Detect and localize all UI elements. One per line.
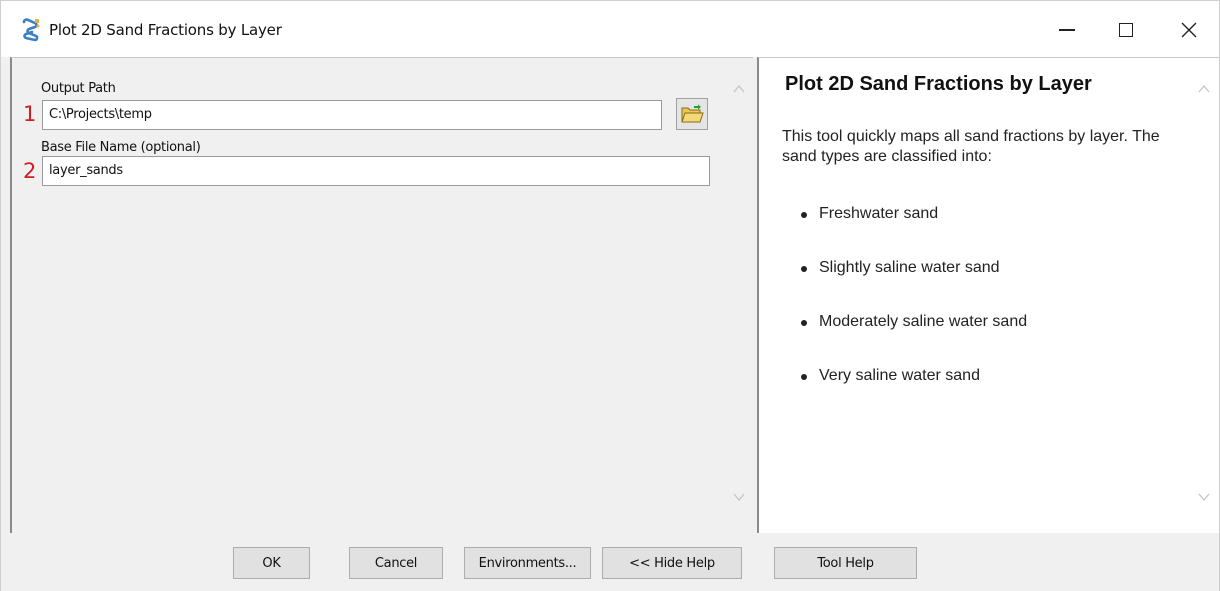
help-panel: Plot 2D Sand Fractions by Layer This too… bbox=[757, 57, 1219, 533]
annotation-marker-2: 2 bbox=[23, 159, 37, 183]
help-sand-types-list: Freshwater sand Slightly saline water sa… bbox=[799, 205, 1027, 421]
close-icon bbox=[1181, 22, 1197, 38]
help-scrollbar[interactable] bbox=[1191, 58, 1219, 532]
output-path-label: Output Path bbox=[41, 81, 116, 96]
tool-help-button[interactable]: Tool Help bbox=[774, 547, 917, 579]
scroll-up-icon bbox=[733, 84, 745, 93]
list-item: Slightly saline water sand bbox=[799, 259, 1027, 313]
minimize-button[interactable] bbox=[1044, 11, 1090, 49]
maximize-icon bbox=[1119, 23, 1133, 37]
base-file-name-label: Base File Name (optional) bbox=[41, 140, 201, 155]
help-description: This tool quickly maps all sand fraction… bbox=[782, 128, 1160, 165]
dialog-button-bar: OK Cancel Environments... << Hide Help T… bbox=[1, 533, 1219, 591]
toolbox-script-icon bbox=[20, 18, 42, 42]
cancel-button[interactable]: Cancel bbox=[349, 547, 443, 579]
help-title: Plot 2D Sand Fractions by Layer bbox=[785, 73, 1092, 95]
close-button[interactable] bbox=[1166, 11, 1212, 49]
annotation-marker-1: 1 bbox=[23, 102, 37, 126]
hide-help-button[interactable]: << Hide Help bbox=[602, 547, 742, 579]
title-bar[interactable]: Plot 2D Sand Fractions by Layer bbox=[1, 1, 1219, 57]
list-item: Moderately saline water sand bbox=[799, 313, 1027, 367]
browse-folder-button[interactable] bbox=[676, 98, 708, 130]
tool-dialog-window: Plot 2D Sand Fractions by Layer Output P… bbox=[0, 0, 1220, 591]
list-item: Freshwater sand bbox=[799, 205, 1027, 259]
minimize-icon bbox=[1059, 29, 1075, 31]
window-title: Plot 2D Sand Fractions by Layer bbox=[49, 21, 282, 39]
scroll-down-icon bbox=[733, 493, 745, 502]
folder-open-icon bbox=[681, 104, 704, 123]
parameter-scrollbar[interactable] bbox=[726, 58, 753, 532]
parameter-panel: Output Path 1 C:\Projects\temp Base File… bbox=[10, 57, 753, 533]
output-path-input[interactable]: C:\Projects\temp bbox=[42, 100, 662, 130]
maximize-button[interactable] bbox=[1103, 11, 1149, 49]
ok-button[interactable]: OK bbox=[233, 547, 310, 579]
scroll-down-icon bbox=[1198, 493, 1210, 502]
scroll-up-icon bbox=[1198, 84, 1210, 93]
list-item: Very saline water sand bbox=[799, 367, 1027, 421]
environments-button[interactable]: Environments... bbox=[464, 547, 591, 579]
base-file-name-input[interactable]: layer_sands bbox=[42, 156, 710, 186]
